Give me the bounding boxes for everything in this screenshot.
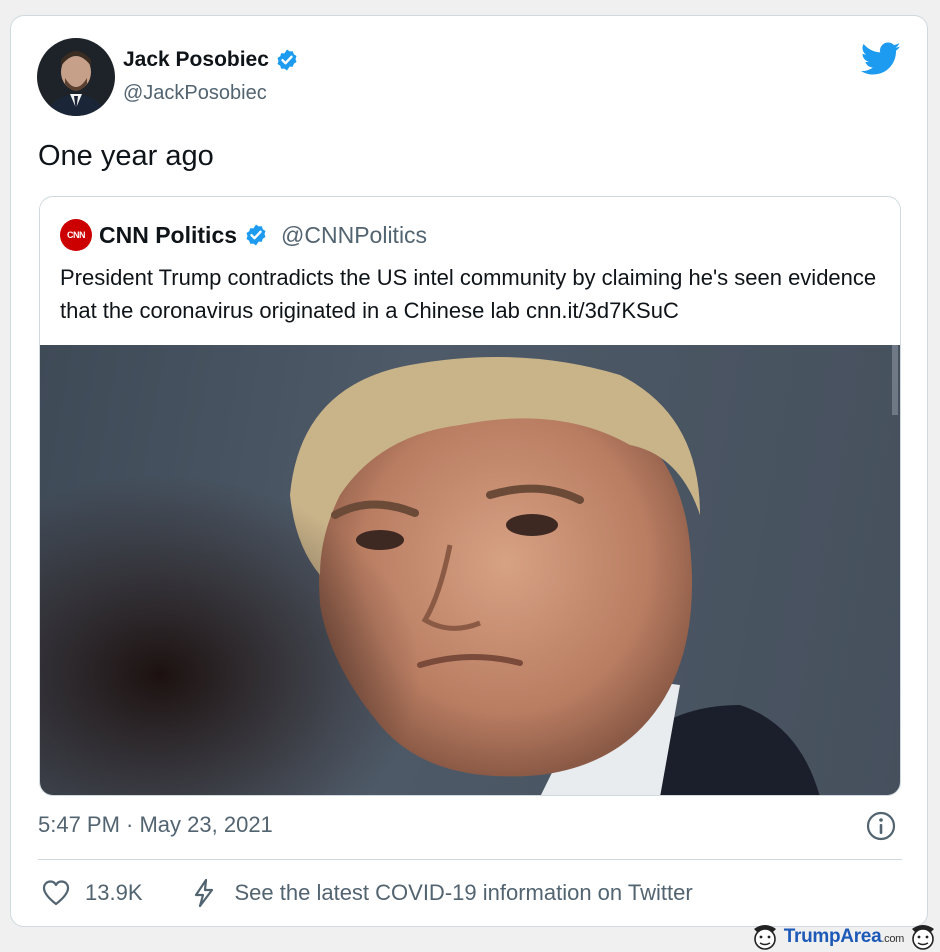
quoted-text: President Trump contradicts the US intel… [60,265,877,323]
quoted-author-name[interactable]: CNN Politics [99,222,237,249]
tweet-timestamp[interactable]: 5:47 PM · May 23, 2021 [38,812,273,838]
cartoon-face-icon [912,925,934,950]
quoted-author-handle[interactable]: @CNNPolitics [281,222,427,249]
author-name-row[interactable]: Jack Posobiec [123,48,299,72]
like-button[interactable]: 13.9K [41,878,143,908]
watermark-brand-suffix: .com [881,933,904,945]
verified-badge-icon [277,49,297,71]
site-watermark: TrumpArea.com [720,922,940,952]
portrait-illustration [40,345,898,795]
divider [38,859,902,860]
cartoon-face-icon [753,925,776,950]
quoted-media-image[interactable] [40,345,900,795]
like-count: 13.9K [85,880,143,905]
watermark-brand: TrumpArea.com [783,926,905,948]
author-avatar[interactable] [37,38,115,116]
heart-icon [42,880,70,906]
info-icon[interactable] [865,810,897,842]
author-handle[interactable]: @JackPosobiec [123,82,267,105]
quoted-tweet[interactable]: CNN CNN Politics @CNNPolitics President … [39,196,901,796]
watermark-brand-main: Trump [783,926,841,947]
covid-info-text[interactable]: See the latest COVID-19 information on T… [235,880,693,906]
twitter-bird-icon[interactable] [861,42,901,76]
quoted-header: CNN CNN Politics @CNNPolitics [60,219,427,251]
tweet-card: Jack Posobiec @JackPosobiec One year ago… [10,15,928,927]
tweet-actions-bar: 13.9K See the latest COVID-19 informatio… [41,878,693,908]
bolt-icon [194,878,213,908]
watermark-brand-accent: Area [840,926,882,947]
cnn-logo: CNN [60,219,92,251]
covid-info-link[interactable]: See the latest COVID-19 information on T… [189,878,693,908]
author-name[interactable]: Jack Posobiec [123,48,269,72]
tweet-text: One year ago [38,140,214,172]
verified-badge-icon [246,224,266,246]
